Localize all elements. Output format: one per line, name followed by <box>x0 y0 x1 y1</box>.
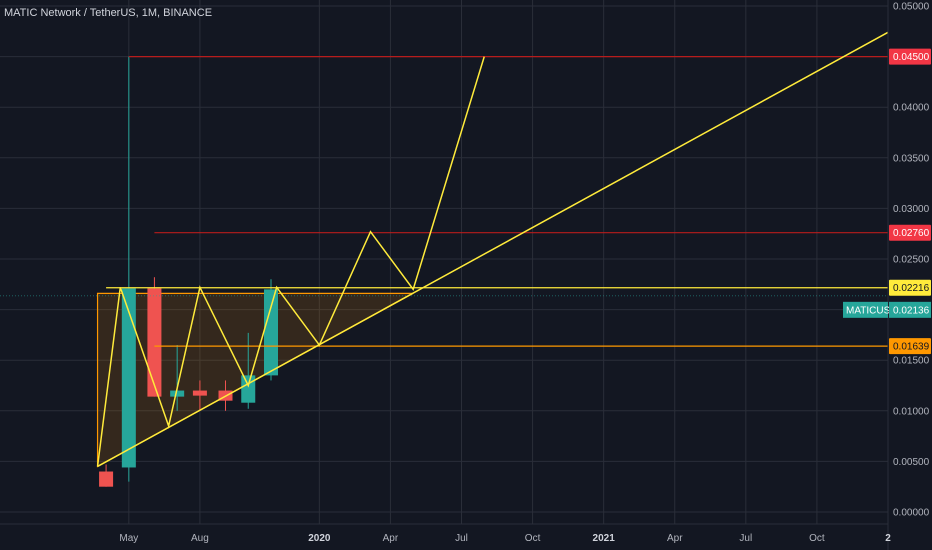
current-price-tag-label: 0.02136 <box>893 305 930 316</box>
candle-body <box>192 390 207 396</box>
x-tick-label: Apr <box>667 533 683 544</box>
y-tick-label: 0.05000 <box>893 2 930 13</box>
candle-body <box>99 471 114 487</box>
y-tick-label: 0.01000 <box>893 406 930 417</box>
y-tick-label: 0.03000 <box>893 204 930 215</box>
candle-body <box>241 375 256 403</box>
y-tick-label: 0.01500 <box>893 356 930 367</box>
x-tick-label: Jul <box>455 533 468 544</box>
candle-body <box>121 288 136 468</box>
y-tick-label: 0.04000 <box>893 103 930 114</box>
price-tag-label: 0.01639 <box>893 342 930 353</box>
candle-body <box>147 288 162 397</box>
x-tick-label: Aug <box>191 533 209 544</box>
candle-body <box>263 289 278 376</box>
x-tick-label: 2 <box>885 533 891 544</box>
x-tick-label: Oct <box>525 533 541 544</box>
price-tag-label: 0.02216 <box>893 283 930 294</box>
x-tick-label: Apr <box>383 533 399 544</box>
x-tick-label: May <box>119 533 138 544</box>
price-tag-label: 0.04500 <box>893 52 930 63</box>
x-tick-label: 2021 <box>593 533 616 544</box>
y-tick-label: 0.00000 <box>893 508 930 519</box>
chart: 0.000000.005000.010000.015000.020000.025… <box>0 0 932 550</box>
y-tick-label: 0.03500 <box>893 153 930 164</box>
chart-title: MATIC Network / TetherUS, 1M, BINANCE <box>4 7 212 19</box>
x-tick-label: Jul <box>739 533 752 544</box>
x-tick-label: 2020 <box>308 533 331 544</box>
x-tick-label: Oct <box>809 533 825 544</box>
price-tag-label: 0.02760 <box>893 228 930 239</box>
chart-background <box>0 0 932 550</box>
chart-canvas[interactable]: 0.000000.005000.010000.015000.020000.025… <box>0 0 932 550</box>
y-tick-label: 0.02500 <box>893 255 930 266</box>
y-tick-label: 0.00500 <box>893 457 930 468</box>
